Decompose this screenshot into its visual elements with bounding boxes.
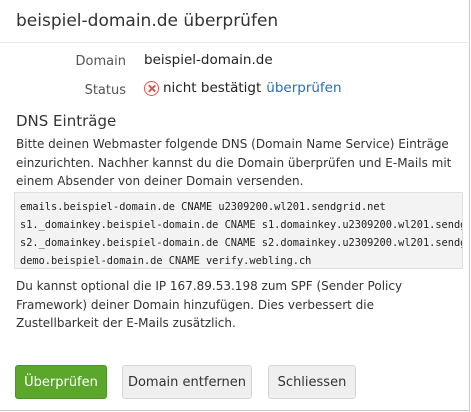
dns-intro-text: Bitte deinen Webmaster folgende DNS (Dom…: [16, 137, 452, 188]
domain-label: Domain: [75, 54, 126, 69]
close-button[interactable]: Schliessen: [268, 365, 356, 399]
domain-value: beispiel-domain.de: [144, 52, 273, 68]
error-circle-icon: [144, 80, 159, 96]
dns-record: s2._domainkey.beispiel-domain.de CNAME s…: [20, 237, 463, 249]
dns-records-box[interactable]: emails.beispiel-domain.de CNAME u2309200…: [14, 192, 463, 269]
dialog-title: beispiel-domain.de überprüfen: [16, 11, 279, 31]
spf-note: Du kannst optional die IP 167.89.53.198 …: [16, 279, 403, 330]
domain-verify-dialog: beispiel-domain.de überprüfen Domain bei…: [0, 0, 470, 411]
status-value: nicht bestätigt überprüfen: [144, 80, 342, 96]
remove-domain-button[interactable]: Domain entfernen: [122, 365, 252, 399]
dns-heading: DNS Einträge: [16, 112, 117, 130]
dns-record: emails.beispiel-domain.de CNAME u2309200…: [20, 201, 386, 213]
dns-record: s1._domainkey.beispiel-domain.de CNAME s…: [20, 219, 463, 231]
title-divider: [0, 42, 470, 43]
status-text: nicht bestätigt: [163, 80, 262, 96]
verify-button[interactable]: Überprüfen: [15, 365, 107, 399]
verify-link[interactable]: überprüfen: [266, 80, 341, 96]
dns-record: demo.beispiel-domain.de CNAME verify.web…: [20, 255, 312, 267]
status-label: Status: [84, 83, 126, 98]
